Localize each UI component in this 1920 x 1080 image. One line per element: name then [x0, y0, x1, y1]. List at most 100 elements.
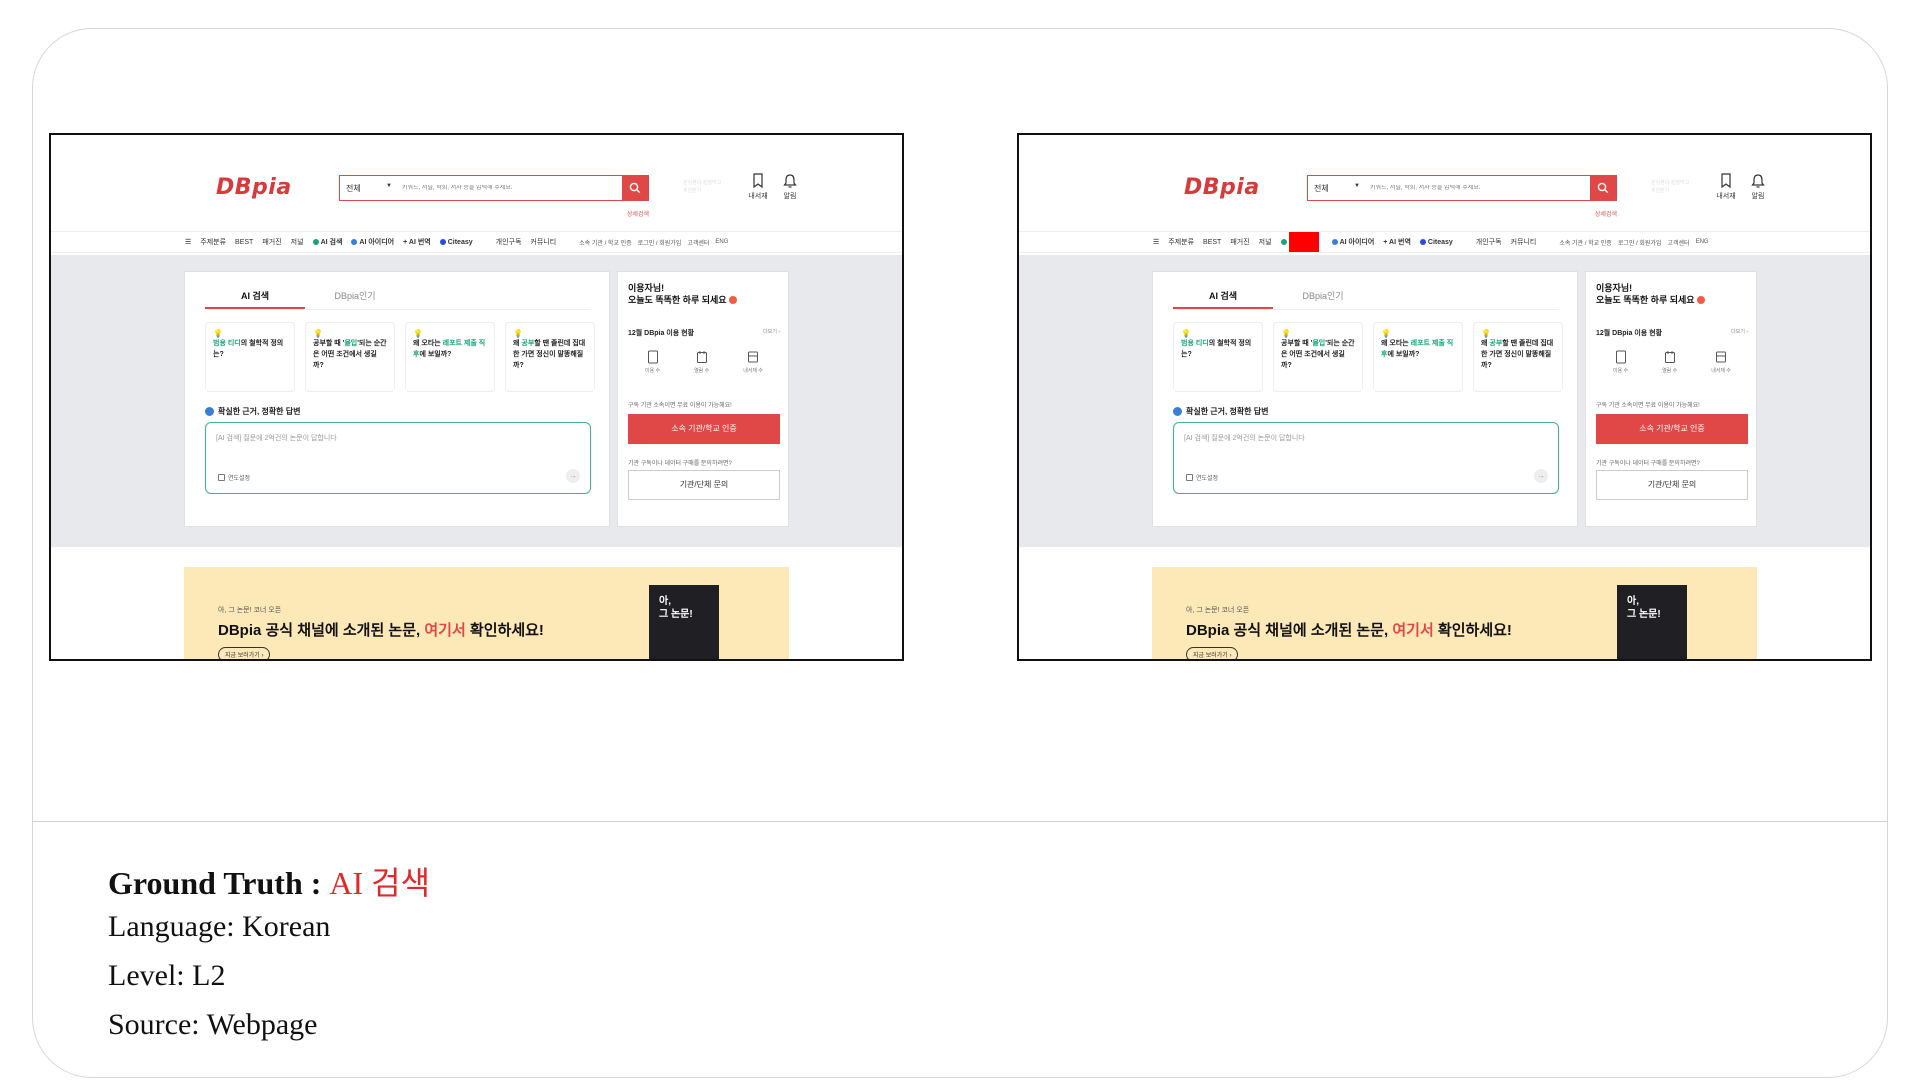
year-setting[interactable]: 연도설정 — [218, 473, 250, 482]
nav-community[interactable]: 커뮤니티 — [1511, 237, 1537, 247]
nav-ai-idea[interactable]: AI 아이디어 — [351, 237, 394, 247]
nav-best[interactable]: BEST — [235, 239, 253, 246]
caret-down-icon: ▼ — [386, 182, 392, 189]
tab-dbpia-popular[interactable]: DBpia인기 — [305, 282, 405, 309]
inquiry-button[interactable]: 기관/단체 문의 — [1596, 470, 1748, 500]
ai-question-textarea[interactable]: [AI 검색] 질문에 2억건의 논문이 답합니다 연도설정 → — [1173, 422, 1559, 494]
library-button[interactable]: 내서재 — [1711, 173, 1741, 201]
nav-ai-search[interactable]: AI 검색 — [312, 237, 343, 247]
question-card[interactable]: 💡 범용 티디의 철학적 정의는? — [1173, 322, 1263, 392]
usage-more-link[interactable]: 더보기 › — [1731, 328, 1748, 338]
question-highlight: 몰입 — [344, 340, 358, 347]
dbpia-logo[interactable]: DBpia — [216, 175, 292, 200]
search-input[interactable] — [398, 185, 622, 191]
nav-personal[interactable]: 개인구독 — [496, 237, 522, 247]
send-arrow-icon[interactable]: → — [1534, 469, 1548, 483]
question-card[interactable]: 💡 공부할 때 '몰입'되는 순간은 어떤 조건에서 생길까? — [305, 322, 395, 392]
nav-magazine[interactable]: 매거진 — [1230, 237, 1249, 247]
subheading-text: 확실한 근거, 정확한 답변 — [218, 407, 301, 416]
nav-ai-translate[interactable]: + AI 번역 — [403, 237, 431, 247]
site-header: DBpia 전체 ▼ 상세검색 관심분야 설정하고 추천받기 내서재 알림 ☰ 주… — [51, 135, 902, 255]
nav-subject[interactable]: 주제분류 — [1168, 237, 1194, 247]
institution-info: 구독 기관 소속이면 무료 이용이 가능해요! — [1596, 403, 1700, 409]
nav-personal[interactable]: 개인구독 — [1476, 237, 1502, 247]
library-button[interactable]: 내서재 — [743, 173, 773, 201]
textarea-placeholder: [AI 검색] 질문에 2억건의 논문이 답합니다 — [216, 435, 337, 442]
nav-magazine[interactable]: 매거진 — [262, 237, 281, 247]
question-card[interactable]: 💡 왜 오타는 레포트 제출 직후에 보일까? — [1373, 322, 1463, 392]
nav-eng[interactable]: ENG — [1696, 239, 1709, 245]
nav-ai-idea-label: AI 아이디어 — [1339, 239, 1375, 246]
question-card[interactable]: 💡 왜 오타는 레포트 제출 직후에 보일까? — [405, 322, 495, 392]
nav-journal[interactable]: 저널 — [1259, 237, 1272, 247]
lightbulb-icon: 💡 — [1181, 329, 1191, 338]
search-category-select[interactable]: 전체 ▼ — [1308, 183, 1366, 194]
question-card[interactable]: 💡 왜 공부할 땐 졸린데 집대한 가면 정신이 말똥해질까? — [505, 322, 595, 392]
search-category-label: 전체 — [346, 183, 361, 193]
ai-idea-icon — [1331, 239, 1338, 245]
institution-auth-button[interactable]: 소속 기관/학교 인증 — [628, 414, 780, 444]
ai-question-textarea[interactable]: [AI 검색] 질문에 2억건의 논문이 답합니다 연도설정 → — [205, 422, 591, 494]
subheading: 확실한 근거, 정확한 답변 — [205, 406, 301, 417]
tab-ai-search[interactable]: AI 검색 — [1173, 282, 1273, 309]
institution-auth-button[interactable]: 소속 기관/학교 인증 — [1596, 414, 1748, 444]
menu-icon[interactable]: ☰ — [185, 238, 191, 246]
search-category-select[interactable]: 전체 ▼ — [340, 183, 398, 194]
detail-search-link[interactable]: 상세검색 — [1595, 209, 1617, 218]
dbpia-logo[interactable]: DBpia — [1184, 175, 1260, 200]
tab-dbpia-popular[interactable]: DBpia인기 — [1273, 282, 1373, 309]
search-input[interactable] — [1366, 185, 1590, 191]
nav-institution[interactable]: 소속 기관 / 학교 인증 — [579, 238, 632, 247]
nav-ai-translate[interactable]: + AI 번역 — [1383, 237, 1411, 247]
search-button[interactable] — [1590, 175, 1616, 201]
nav-eng[interactable]: ENG — [715, 239, 728, 245]
nav-best[interactable]: BEST — [1203, 239, 1221, 246]
tab-bar: AI 검색 DBpia인기 — [205, 282, 591, 310]
stat-label: 열람 수 — [694, 368, 710, 374]
nav-ai-search-masked[interactable] — [1280, 232, 1323, 252]
lightbulb-icon: 💡 — [1381, 329, 1391, 338]
year-setting[interactable]: 연도설정 — [1186, 473, 1218, 482]
check-badge-icon — [1173, 407, 1182, 416]
document-icon — [647, 350, 658, 364]
nav-citeasy[interactable]: Citeasy — [1419, 238, 1453, 246]
nav-citeasy[interactable]: Citeasy — [439, 238, 473, 246]
nav-ai-search-label: AI 검색 — [320, 239, 343, 246]
archive-icon — [1716, 351, 1727, 363]
promo-banner[interactable]: 아, 그 논문! 코너 오픈 DBpia 공식 채널에 소개된 논문, 여기서 … — [184, 567, 789, 659]
nav-ai-idea[interactable]: AI 아이디어 — [1331, 237, 1375, 247]
question-card[interactable]: 💡 범용 티디의 철학적 정의는? — [205, 322, 295, 392]
search-bar: 전체 ▼ — [339, 175, 649, 201]
menu-icon[interactable]: ☰ — [1153, 238, 1159, 246]
question-highlight: 몰입 — [1312, 340, 1326, 347]
stat-library: 내서재 수 — [743, 350, 763, 374]
question-card[interactable]: 💡 공부할 때 '몰입'되는 순간은 어떤 조건에서 생길까? — [1273, 322, 1363, 392]
alarm-button[interactable]: 알림 — [775, 173, 805, 201]
search-bar: 전체 ▼ — [1307, 175, 1617, 201]
usage-title: 12월 DBpia 이용 현황 — [628, 330, 695, 337]
tab-ai-search[interactable]: AI 검색 — [205, 282, 305, 309]
nav-community[interactable]: 커뮤니티 — [530, 237, 556, 247]
question-cards: 💡 범용 티디의 철학적 정의는? 💡 공부할 때 '몰입'되는 순간은 어떤 조건… — [1173, 322, 1563, 392]
nav-journal[interactable]: 저널 — [291, 237, 304, 247]
promo-banner[interactable]: 아, 그 논문! 코너 오픈 DBpia 공식 채널에 소개된 논문, 여기서 … — [1152, 567, 1757, 659]
calendar-icon — [1664, 351, 1675, 363]
send-arrow-icon[interactable]: → — [566, 469, 580, 483]
nav-login[interactable]: 로그인 / 회원가입 — [638, 238, 682, 247]
nav-support[interactable]: 고객센터 — [687, 238, 709, 247]
caret-down-icon: ▼ — [1354, 182, 1360, 189]
banner-go-button[interactable]: 지금 보러가기 › — [1186, 647, 1239, 659]
alarm-button[interactable]: 알림 — [1743, 173, 1773, 201]
inquiry-button[interactable]: 기관/단체 문의 — [628, 470, 780, 500]
screenshot-original: DBpia 전체 ▼ 상세검색 관심분야 설정하고 추천받기 내서재 알림 ☰ 주… — [49, 133, 904, 661]
banner-go-button[interactable]: 지금 보러가기 › — [218, 647, 271, 659]
usage-more-link[interactable]: 더보기 › — [763, 328, 780, 338]
ground-truth-label: Ground Truth : — [108, 865, 330, 901]
nav-institution[interactable]: 소속 기관 / 학교 인증 — [1559, 238, 1612, 247]
nav-subject[interactable]: 주제분류 — [200, 237, 226, 247]
nav-support[interactable]: 고객센터 — [1667, 238, 1689, 247]
question-card[interactable]: 💡 왜 공부할 땐 졸린데 집대한 가면 정신이 말똥해질까? — [1473, 322, 1563, 392]
search-button[interactable] — [622, 175, 648, 201]
nav-login[interactable]: 로그인 / 회원가입 — [1618, 238, 1662, 247]
detail-search-link[interactable]: 상세검색 — [627, 209, 649, 218]
